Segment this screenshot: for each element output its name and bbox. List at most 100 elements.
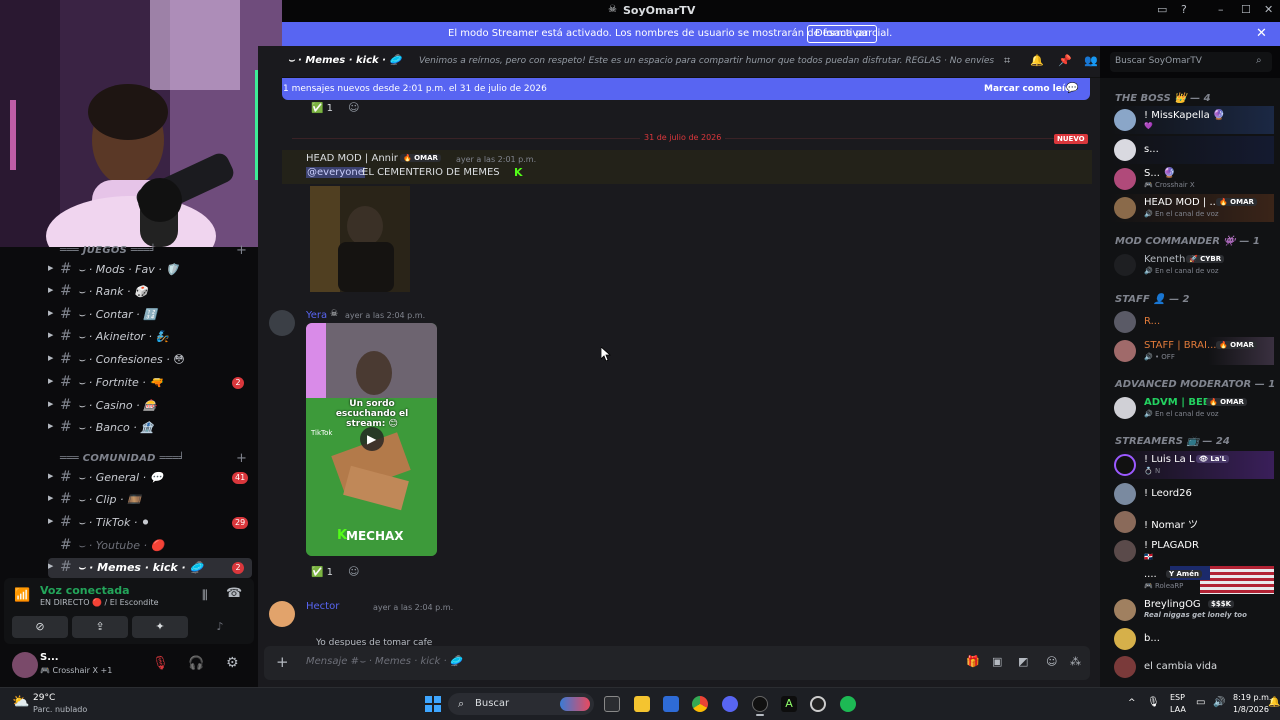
member-row[interactable]: Kenneth 🚀 CYBR 🔊 En el canal de voz [1110, 251, 1274, 279]
avatar[interactable] [12, 652, 38, 678]
voice-channel-label[interactable]: EN DIRECTO 🔴 / El Escondite [40, 598, 159, 607]
minimize-icon[interactable]: – [1218, 3, 1224, 16]
message-author[interactable]: Yera [306, 310, 327, 321]
new-messages-bar[interactable]: 1 mensajes nuevos desde 2:01 p.m. el 31 … [282, 78, 1090, 100]
add-reaction-icon[interactable]: ☺ [348, 565, 359, 578]
lang-layout[interactable]: LAA [1170, 705, 1186, 714]
member-row[interactable]: .... Y Amén 🎮 RoleaRP [1110, 566, 1274, 594]
threads-icon[interactable]: ⌗ [1004, 54, 1010, 68]
meme-image[interactable] [310, 186, 410, 292]
channel-fortnite[interactable]: ▶ # ⌣ · Fortnite · 🔫 2 [48, 373, 252, 393]
file-explorer-icon[interactable] [634, 696, 650, 712]
video-attachment[interactable]: Un sordo escuchando el stream: 😊 ▶ TikTo… [306, 323, 437, 556]
member-row[interactable]: ADVM | BEBO 🔥 OMAR 🔊 En el canal de voz [1110, 394, 1274, 422]
disconnect-icon[interactable]: ☎ [226, 586, 242, 601]
play-icon[interactable]: ▶ [367, 432, 376, 446]
emoji-icon[interactable]: ☺ [1046, 655, 1057, 668]
channel-contar[interactable]: ▶ # ⌣ · Contar · 🔢 [48, 305, 252, 325]
gear-icon[interactable]: ⚙ [226, 655, 239, 671]
network-icon[interactable]: ▭ [1196, 697, 1205, 708]
volume-icon[interactable]: 🔊 [1213, 697, 1225, 708]
bell-icon[interactable]: 🔔 [1030, 54, 1044, 67]
chrome-icon[interactable] [692, 696, 708, 712]
avatar[interactable] [269, 310, 295, 336]
channel-clip[interactable]: ▶ # ⌣ · Clip · 🎞️ [48, 490, 252, 510]
add-channel-icon[interactable]: + [236, 451, 247, 466]
deafen-icon[interactable]: 🎧 [188, 656, 204, 671]
member-row[interactable]: BreylingOG $$$K Real niggas get lonely t… [1110, 596, 1274, 624]
banner-close-icon[interactable]: ✕ [1256, 26, 1267, 41]
message-author[interactable]: Hector [306, 601, 339, 612]
apps-icon[interactable]: ⁂ [1070, 655, 1081, 668]
discord-icon[interactable] [722, 696, 738, 712]
reaction-check[interactable]: ✅ 1 [306, 100, 338, 118]
member-row[interactable]: HEAD MOD | ... 🔥 OMAR 🔊 En el canal de v… [1110, 194, 1274, 222]
close-window-icon[interactable]: ✕ [1264, 3, 1273, 16]
help-icon[interactable]: ? [1181, 3, 1187, 16]
tray-overflow-icon[interactable]: ^ [1128, 698, 1136, 708]
task-view-icon[interactable] [604, 696, 620, 712]
pin-icon[interactable]: 📌 [1058, 54, 1072, 67]
member-row[interactable]: b... [1110, 626, 1274, 652]
channel-rank[interactable]: ▶ # ⌣ · Rank · 🎲 [48, 282, 252, 302]
activities-button[interactable]: ✦ [132, 616, 188, 638]
weather-desc[interactable]: Parc. nublado [33, 705, 87, 714]
member-row[interactable]: ! Luis La L 👁 La'L 💍 N [1110, 451, 1274, 479]
notifications-icon[interactable]: 🔔 [1268, 697, 1280, 708]
channel-tiktok[interactable]: ▶ # ⌣ · TikTok · ⚫ 29 [48, 513, 252, 533]
lang-code[interactable]: ESP [1170, 693, 1185, 702]
message-author[interactable]: HEAD MOD | Annir [306, 153, 398, 164]
mic-icon[interactable]: 🎙 [1147, 697, 1160, 708]
signal-icon[interactable]: 📶 [14, 588, 30, 603]
channel-casino[interactable]: ▶ # ⌣ · Casino · 🎰 [48, 396, 252, 416]
member-row[interactable]: ! PLAGADR 🇩🇴 [1110, 537, 1274, 565]
channel-confesiones[interactable]: ▶ # ⌣ · Confesiones · 😳 [48, 350, 252, 370]
member-list-icon[interactable]: 👥 [1084, 54, 1098, 67]
everyone-mention[interactable]: @everyone [306, 167, 365, 178]
taskbar-search-input[interactable]: Buscar [475, 698, 509, 709]
avatar[interactable] [269, 601, 295, 627]
message-input[interactable]: Mensaje #⌣ · Memes · kick · 🥏 [306, 656, 462, 667]
upload-plus-icon[interactable]: + [276, 653, 289, 671]
sticker-icon[interactable]: ◩ [1018, 655, 1028, 668]
store-icon[interactable] [663, 696, 679, 712]
weather-temp[interactable]: 29°C [33, 693, 55, 703]
channel-topic[interactable]: Venimos a reírnos, pero con respeto! Est… [419, 56, 994, 66]
maximize-icon[interactable]: ☐ [1241, 3, 1251, 16]
member-row[interactable]: ! MissKapella 🔮 💜 [1110, 106, 1274, 134]
taskbar-search[interactable]: ⌕ Buscar [448, 693, 594, 715]
add-channel-icon[interactable]: + [236, 243, 247, 258]
channel-akineitor[interactable]: ▶ # ⌣ · Akineitor · 🧞 [48, 327, 252, 347]
member-row[interactable]: s... [1110, 136, 1274, 164]
spotify-icon[interactable] [840, 696, 856, 712]
windows-start-icon[interactable] [425, 696, 441, 712]
reaction-check[interactable]: ✅ 1 [306, 564, 338, 582]
gift-icon[interactable]: 🎁 [966, 655, 980, 668]
gif-icon[interactable]: ▣ [992, 655, 1002, 668]
kick-app-icon[interactable]: A [781, 696, 797, 712]
channel-mods-fav[interactable]: ▶ # ⌣ · Mods · Fav · 🛡️ [48, 260, 252, 280]
channel-memes-kick[interactable]: ▶ # ⌣ · Memes · kick · 🥏 2 [48, 558, 252, 578]
category-comunidad[interactable]: ═══ COMUNIDAD ═══╛ [60, 453, 185, 464]
search-box[interactable]: Buscar SoyOmarTV ⌕ [1110, 52, 1272, 72]
clock-date[interactable]: 1/8/2026 [1233, 705, 1269, 714]
soundboard-button[interactable]: ♪ [192, 616, 248, 638]
obs-icon[interactable] [752, 696, 768, 712]
member-row[interactable]: R... [1110, 308, 1274, 336]
category-juegos[interactable]: ═══ JUEGOS ═══╛ [60, 245, 156, 256]
channel-general[interactable]: ▶ # ⌣ · General · 💬 41 [48, 468, 252, 488]
clock-time[interactable]: 8:19 p.m. [1233, 693, 1271, 702]
inbox-icon[interactable]: ▭ [1157, 3, 1167, 16]
deactivate-button[interactable]: Desactivar [807, 25, 877, 43]
member-row[interactable]: STAFF | BRAI... 🔥 OMAR 🔊 • OFF [1110, 337, 1274, 365]
channel-banco[interactable]: ▶ # ⌣ · Banco · 🏦 [48, 418, 252, 438]
member-row[interactable]: el cambia vida [1110, 654, 1274, 680]
member-row[interactable]: S... 🔮 🎮 Crosshair X [1110, 165, 1274, 193]
add-reaction-icon[interactable]: ☺ [348, 101, 359, 114]
mic-muted-icon[interactable]: 🎙 [152, 656, 169, 671]
member-row[interactable]: ! Nomar ツ [1110, 509, 1274, 535]
camera-off-button[interactable]: ⊘ [12, 616, 68, 638]
member-row[interactable]: ! Leord26 [1110, 481, 1274, 507]
screen-share-button[interactable]: ⇪ [72, 616, 128, 638]
steam-icon[interactable] [810, 696, 826, 712]
